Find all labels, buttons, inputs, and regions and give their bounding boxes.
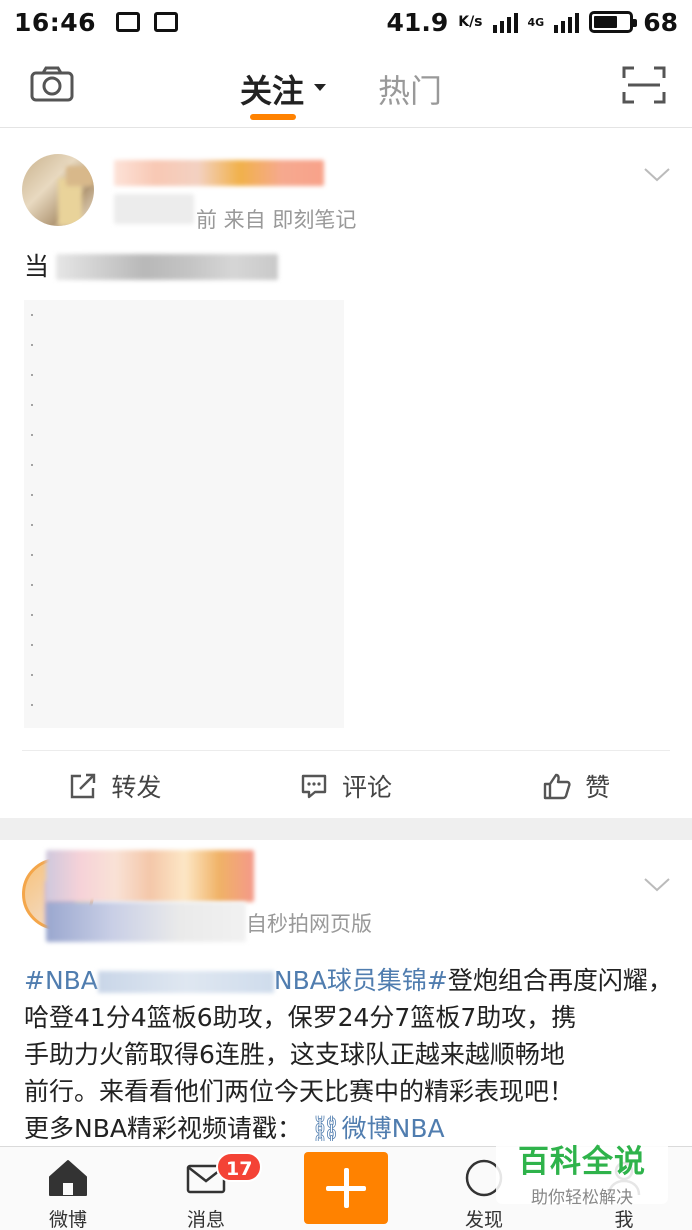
username-redacted[interactable] bbox=[114, 160, 324, 186]
tab-hot[interactable]: 热门 bbox=[378, 66, 442, 112]
notification-icon bbox=[116, 12, 141, 32]
repost-icon bbox=[71, 773, 96, 799]
link-icon: ⛓ bbox=[301, 1114, 342, 1143]
post-text-line: 前行。来看看他们两位今天比赛中的精彩表现吧！ bbox=[24, 1077, 575, 1106]
status-bar: 16:46 41.9 K/s 4G 68 bbox=[0, 0, 692, 44]
avatar[interactable] bbox=[22, 154, 94, 226]
feed-card[interactable]: 自秒拍网页版 #NBA NBA球员集锦#登炮组合再度闪耀， 哈登41分4篮板6助攻… bbox=[0, 840, 692, 1146]
chevron-down-icon[interactable] bbox=[314, 84, 326, 91]
repost-button[interactable]: 转发 bbox=[0, 758, 231, 814]
timestamp-redacted bbox=[46, 902, 246, 942]
card-separator bbox=[0, 818, 692, 840]
like-button[interactable]: 赞 bbox=[461, 758, 692, 814]
status-time: 16:46 bbox=[14, 7, 97, 37]
post-meta: 前 来自 即刻笔记 bbox=[196, 208, 357, 232]
chevron-down-icon[interactable] bbox=[644, 168, 670, 182]
active-tab-indicator bbox=[250, 114, 296, 120]
tab-messages-label: 消息 bbox=[186, 1209, 225, 1230]
cell-signal-icon bbox=[554, 11, 580, 33]
top-nav: 关注 热门 bbox=[0, 44, 692, 128]
watermark: 百科全说 助你轻松解决 bbox=[496, 1132, 668, 1208]
wifi-signal-icon bbox=[492, 11, 518, 33]
hashtag-link[interactable]: #NBA bbox=[24, 966, 98, 995]
weibo-nba-link[interactable]: 微博NBA bbox=[342, 1114, 445, 1143]
hashtag-redacted bbox=[97, 971, 274, 993]
compose-button[interactable] bbox=[304, 1152, 388, 1224]
post-text-redacted bbox=[56, 254, 278, 280]
hashtag-link[interactable]: NBA球员集锦# bbox=[274, 966, 448, 995]
net-speed: 41.9 bbox=[386, 7, 449, 37]
post-text-line: 手助力火箭取得6连胜，这支球队正越来越顺畅地 bbox=[24, 1040, 565, 1069]
chevron-down-icon[interactable] bbox=[644, 878, 670, 892]
checkbox-notification-icon bbox=[154, 12, 179, 32]
repost-label: 转发 bbox=[111, 773, 162, 802]
battery-icon bbox=[589, 11, 638, 33]
comment-button[interactable]: 评论 bbox=[231, 758, 462, 814]
tab-following[interactable]: 关注 bbox=[240, 66, 304, 112]
watermark-title: 百科全说 bbox=[518, 1144, 646, 1180]
home-icon bbox=[49, 1160, 87, 1196]
scan-icon[interactable] bbox=[622, 66, 666, 104]
post-actions: 转发 评论 赞 bbox=[0, 758, 692, 814]
tab-discover-label: 发现 bbox=[464, 1209, 503, 1230]
battery-level: 68 bbox=[643, 7, 678, 37]
network-type: 4G bbox=[527, 15, 545, 29]
net-speed-unit: K/s bbox=[458, 14, 483, 30]
post-text: 当 bbox=[24, 252, 50, 281]
feed-card[interactable]: 前 来自 即刻笔记 当 转发 评论 赞 bbox=[0, 128, 692, 818]
post-text-line: 登炮组合再度闪耀， bbox=[447, 966, 673, 995]
watermark-subtitle: 助你轻松解决 bbox=[531, 1188, 633, 1208]
post-text-line: 更多NBA精彩视频请戳： bbox=[24, 1114, 302, 1143]
post-meta: 自秒拍网页版 bbox=[246, 912, 372, 936]
tab-home-label: 微博 bbox=[48, 1209, 87, 1230]
thumbs-up-icon bbox=[543, 773, 571, 800]
post-text: #NBA NBA球员集锦#登炮组合再度闪耀， 哈登41分4篮板6助攻，保罗24分7… bbox=[24, 962, 673, 1147]
messages-badge: 17 bbox=[216, 1152, 263, 1182]
post-text-line: 哈登41分4篮板6助攻，保罗24分7篮板7助攻，携 bbox=[24, 1003, 577, 1032]
tab-me-label: 我 bbox=[614, 1209, 634, 1230]
divider bbox=[22, 750, 670, 751]
like-label: 赞 bbox=[585, 773, 611, 802]
comment-icon bbox=[301, 774, 327, 799]
camera-icon[interactable] bbox=[30, 66, 74, 102]
comment-label: 评论 bbox=[342, 773, 393, 802]
post-image[interactable] bbox=[24, 300, 344, 728]
timestamp-redacted bbox=[114, 194, 194, 224]
tab-home[interactable]: 微博 bbox=[18, 1147, 118, 1230]
username-redacted[interactable] bbox=[46, 850, 254, 902]
